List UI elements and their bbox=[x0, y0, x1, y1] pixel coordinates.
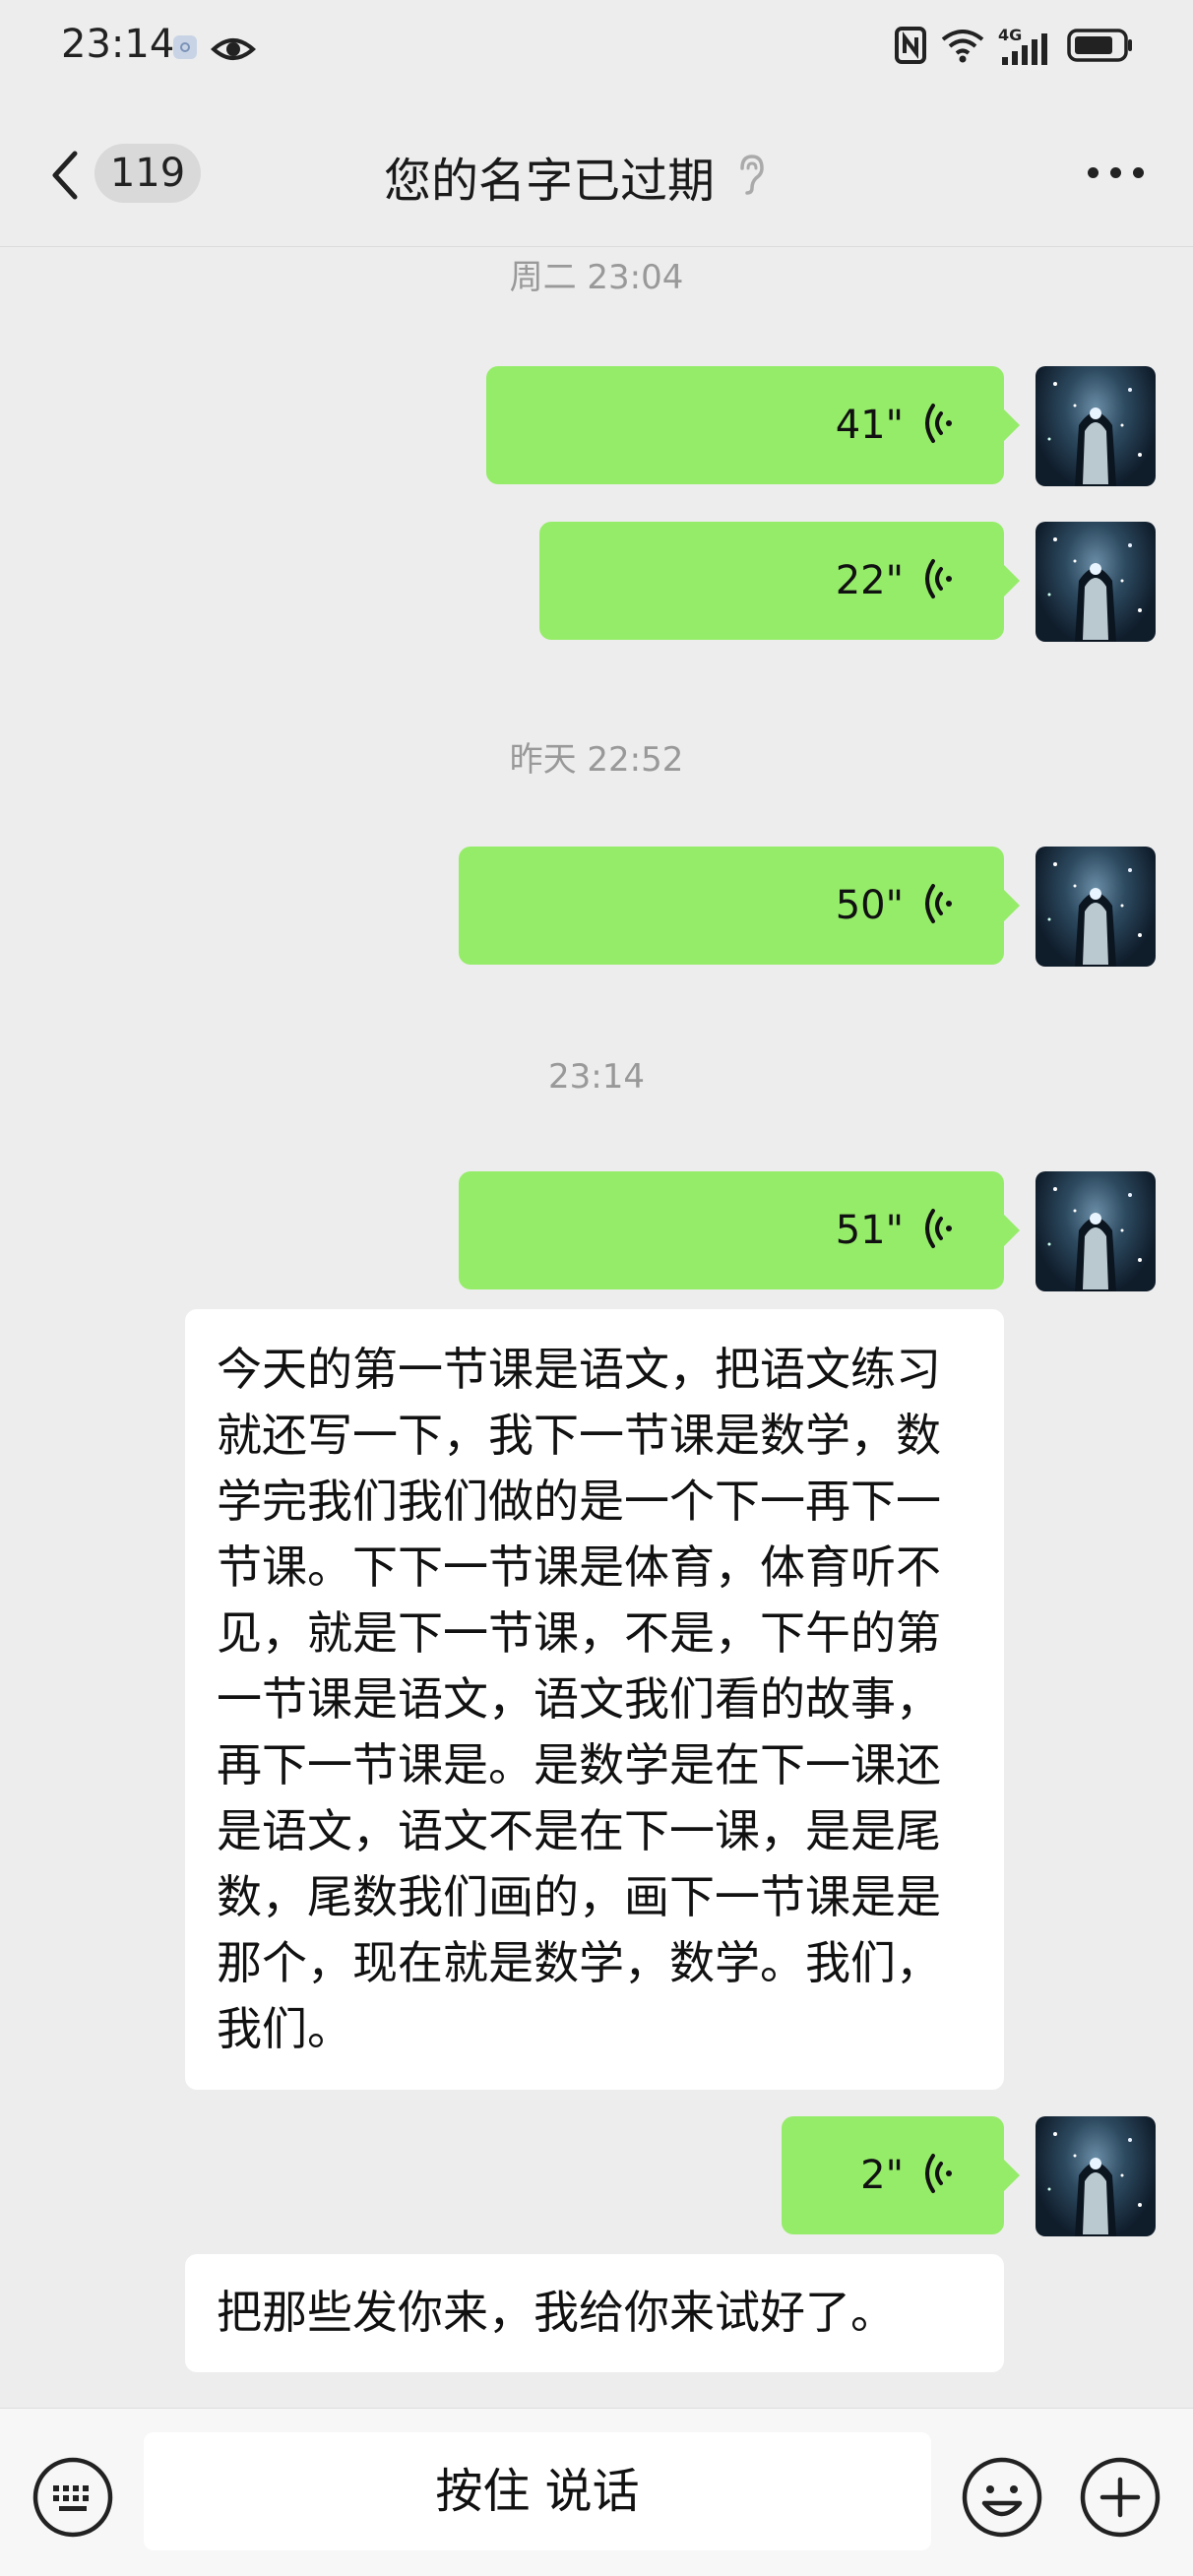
chevron-left-icon[interactable] bbox=[45, 146, 85, 205]
hold-to-talk-button[interactable]: 按住 说话 bbox=[144, 2432, 931, 2550]
voice-duration: 50" bbox=[835, 883, 904, 928]
header-divider bbox=[0, 246, 1193, 247]
voice-duration: 41" bbox=[835, 403, 904, 448]
notification-chip-icon bbox=[173, 35, 197, 59]
voice-message-bubble[interactable]: 50" bbox=[459, 847, 1020, 965]
timestamp: 23:14 bbox=[548, 1057, 645, 1097]
avatar[interactable] bbox=[1036, 1171, 1156, 1291]
timestamp: 周二 23:04 bbox=[509, 258, 684, 297]
voice-message-bubble[interactable]: 2" bbox=[782, 2116, 1020, 2234]
chat-title-group: 您的名字已过期 bbox=[384, 142, 766, 211]
avatar[interactable] bbox=[1036, 847, 1156, 967]
received-text-message[interactable]: 把那些发你来，我给你来试好了。 bbox=[185, 2254, 1004, 2372]
chat-header: 119 您的名字已过期 bbox=[0, 98, 1193, 246]
voice-wave-icon bbox=[921, 2152, 955, 2199]
voice-wave-icon bbox=[921, 1207, 955, 1254]
more-dots-icon[interactable] bbox=[1088, 167, 1144, 178]
status-bar: 23:14 4G bbox=[0, 0, 1193, 98]
plus-icon[interactable] bbox=[1079, 2456, 1162, 2543]
voice-message-bubble[interactable]: 22" bbox=[539, 522, 1020, 640]
chat-title: 您的名字已过期 bbox=[384, 154, 716, 209]
avatar[interactable] bbox=[1036, 2116, 1156, 2236]
input-bar: 按住 说话 bbox=[0, 2408, 1193, 2576]
unread-count-badge[interactable]: 119 bbox=[94, 144, 201, 203]
avatar[interactable] bbox=[1036, 366, 1156, 486]
emoji-icon[interactable] bbox=[961, 2456, 1043, 2543]
battery-icon bbox=[1067, 28, 1134, 67]
voice-message-bubble[interactable]: 41" bbox=[486, 366, 1020, 484]
timestamp: 昨天 22:52 bbox=[509, 740, 684, 780]
eye-icon bbox=[211, 30, 256, 73]
status-time: 23:14 bbox=[61, 22, 175, 67]
avatar[interactable] bbox=[1036, 522, 1156, 642]
voice-duration: 51" bbox=[835, 1208, 904, 1253]
nfc-icon bbox=[894, 26, 927, 69]
wifi-icon bbox=[941, 28, 984, 67]
received-text-message[interactable]: 今天的第一节课是语文，把语文练习就还写一下，我下一节课是数学，数学完我们我们做的… bbox=[185, 1309, 1004, 2090]
voice-wave-icon bbox=[921, 402, 955, 449]
voice-wave-icon bbox=[921, 557, 955, 604]
voice-wave-icon bbox=[921, 882, 955, 929]
voice-duration: 22" bbox=[835, 558, 904, 603]
voice-duration: 2" bbox=[860, 2153, 904, 2198]
4g-signal-icon: 4G bbox=[998, 26, 1053, 67]
voice-message-bubble[interactable]: 51" bbox=[459, 1171, 1020, 1289]
ear-icon bbox=[736, 153, 766, 200]
keyboard-icon[interactable] bbox=[31, 2456, 114, 2543]
